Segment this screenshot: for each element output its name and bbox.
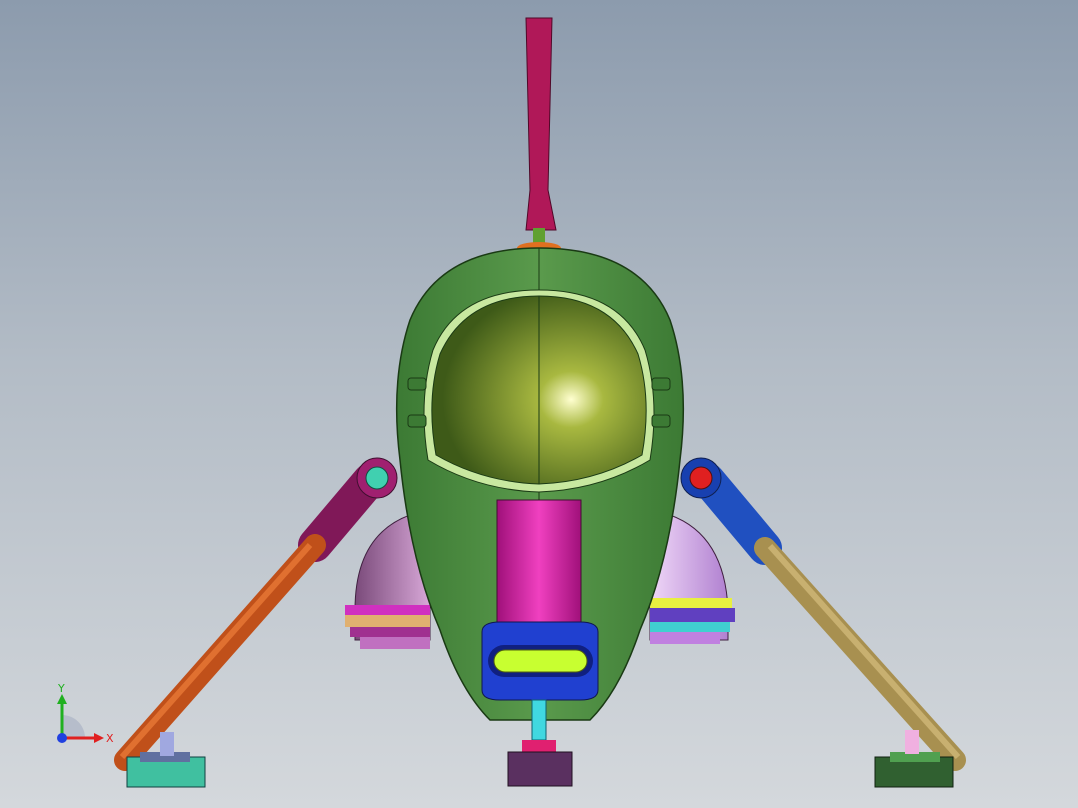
cad-viewport[interactable]: Y X <box>0 0 1078 808</box>
left-joint-sphere <box>365 466 389 490</box>
coordinate-triad: Y X <box>57 682 114 745</box>
z-axis-point <box>57 733 67 743</box>
right-joint-sphere <box>689 466 713 490</box>
lander-body[interactable] <box>395 247 685 721</box>
center-stripe <box>496 499 582 631</box>
lander-3d-model[interactable] <box>0 0 1078 808</box>
x-axis-label: X <box>106 732 114 745</box>
y-axis-label: Y <box>57 682 65 695</box>
antenna[interactable] <box>517 17 561 254</box>
front-light <box>493 649 588 673</box>
